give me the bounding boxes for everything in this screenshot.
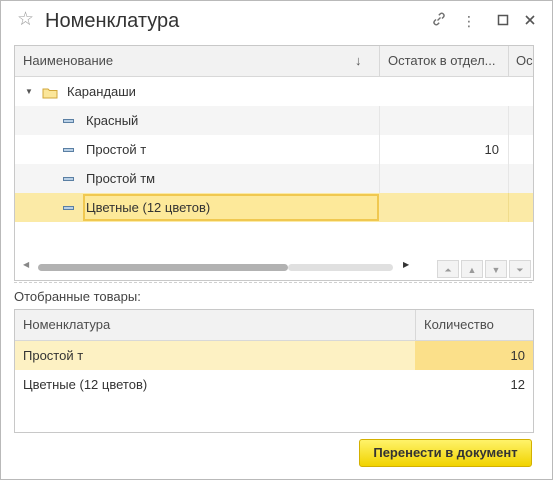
column-header-extra[interactable]: Ос: [516, 46, 533, 76]
table-row[interactable]: Красный: [15, 106, 533, 135]
column-header-name[interactable]: Наименование: [23, 46, 353, 76]
expand-triangle-icon[interactable]: ▼: [25, 77, 33, 106]
table-row[interactable]: Простой т 10: [15, 135, 533, 164]
column-header-quantity[interactable]: Количество: [424, 310, 524, 340]
star-icon[interactable]: ☆: [17, 10, 34, 30]
selected-goods-table: Номенклатура Количество Простой т 10 Цве…: [14, 309, 534, 433]
dialog-window: ☆ Номенклатура ⋮ Наименование ↓ Остаток …: [0, 0, 553, 480]
item-icon: [63, 177, 74, 181]
item-icon: [63, 206, 74, 210]
first-row-icon[interactable]: ⏶: [437, 260, 459, 278]
row-name: Цветные (12 цветов): [23, 377, 148, 392]
close-icon[interactable]: [520, 11, 540, 31]
scroll-right-icon[interactable]: ▶: [403, 260, 409, 269]
sort-down-icon[interactable]: ↓: [355, 46, 367, 76]
folder-icon: [42, 77, 58, 106]
divider: [14, 282, 532, 283]
transfer-to-document-button[interactable]: Перенести в документ: [359, 439, 532, 467]
table-header: Наименование ↓ Остаток в отдел... Ос: [15, 46, 533, 77]
row-stock: 10: [484, 142, 499, 157]
row-name: Простой т: [86, 142, 147, 157]
row-name: Красный: [86, 113, 139, 128]
row-quantity: 10: [510, 348, 525, 363]
scroll-left-icon[interactable]: ◀: [23, 260, 29, 269]
page-up-icon[interactable]: ▲: [461, 260, 483, 278]
page-down-icon[interactable]: ▼: [485, 260, 507, 278]
row-quantity: 12: [510, 377, 525, 392]
more-icon[interactable]: ⋮: [459, 11, 479, 31]
table-row[interactable]: ▼ Карандаши: [15, 77, 533, 106]
selected-goods-label: Отобранные товары:: [14, 289, 141, 304]
maximize-icon[interactable]: [493, 11, 513, 31]
title-bar: ☆ Номенклатура ⋮: [1, 1, 552, 41]
table-row-selected[interactable]: Цветные (12 цветов): [15, 193, 533, 222]
table-header: Номенклатура Количество: [15, 310, 533, 341]
link-icon[interactable]: [429, 11, 449, 31]
scrollbar-thumb[interactable]: [38, 264, 288, 271]
table-row-selected[interactable]: Простой т 10: [15, 341, 533, 370]
horizontal-scrollbar[interactable]: ◀ ▶ ⏶ ▲ ▼ ⏷: [15, 256, 533, 280]
row-name: Цветные (12 цветов): [86, 200, 211, 215]
column-header-nomenclature[interactable]: Номенклатура: [23, 310, 403, 340]
row-name: Простой тм: [86, 171, 156, 186]
item-icon: [63, 148, 74, 152]
row-name: Карандаши: [67, 84, 136, 99]
window-title: Номенклатура: [45, 10, 180, 32]
table-row[interactable]: Цветные (12 цветов) 12: [15, 370, 533, 399]
item-icon: [63, 119, 74, 123]
row-name: Простой т: [23, 348, 84, 363]
nomenclature-table: Наименование ↓ Остаток в отдел... Ос ▼ К…: [14, 45, 534, 281]
table-row[interactable]: Простой тм: [15, 164, 533, 193]
last-row-icon[interactable]: ⏷: [509, 260, 531, 278]
column-header-stock[interactable]: Остаток в отдел...: [388, 46, 504, 76]
